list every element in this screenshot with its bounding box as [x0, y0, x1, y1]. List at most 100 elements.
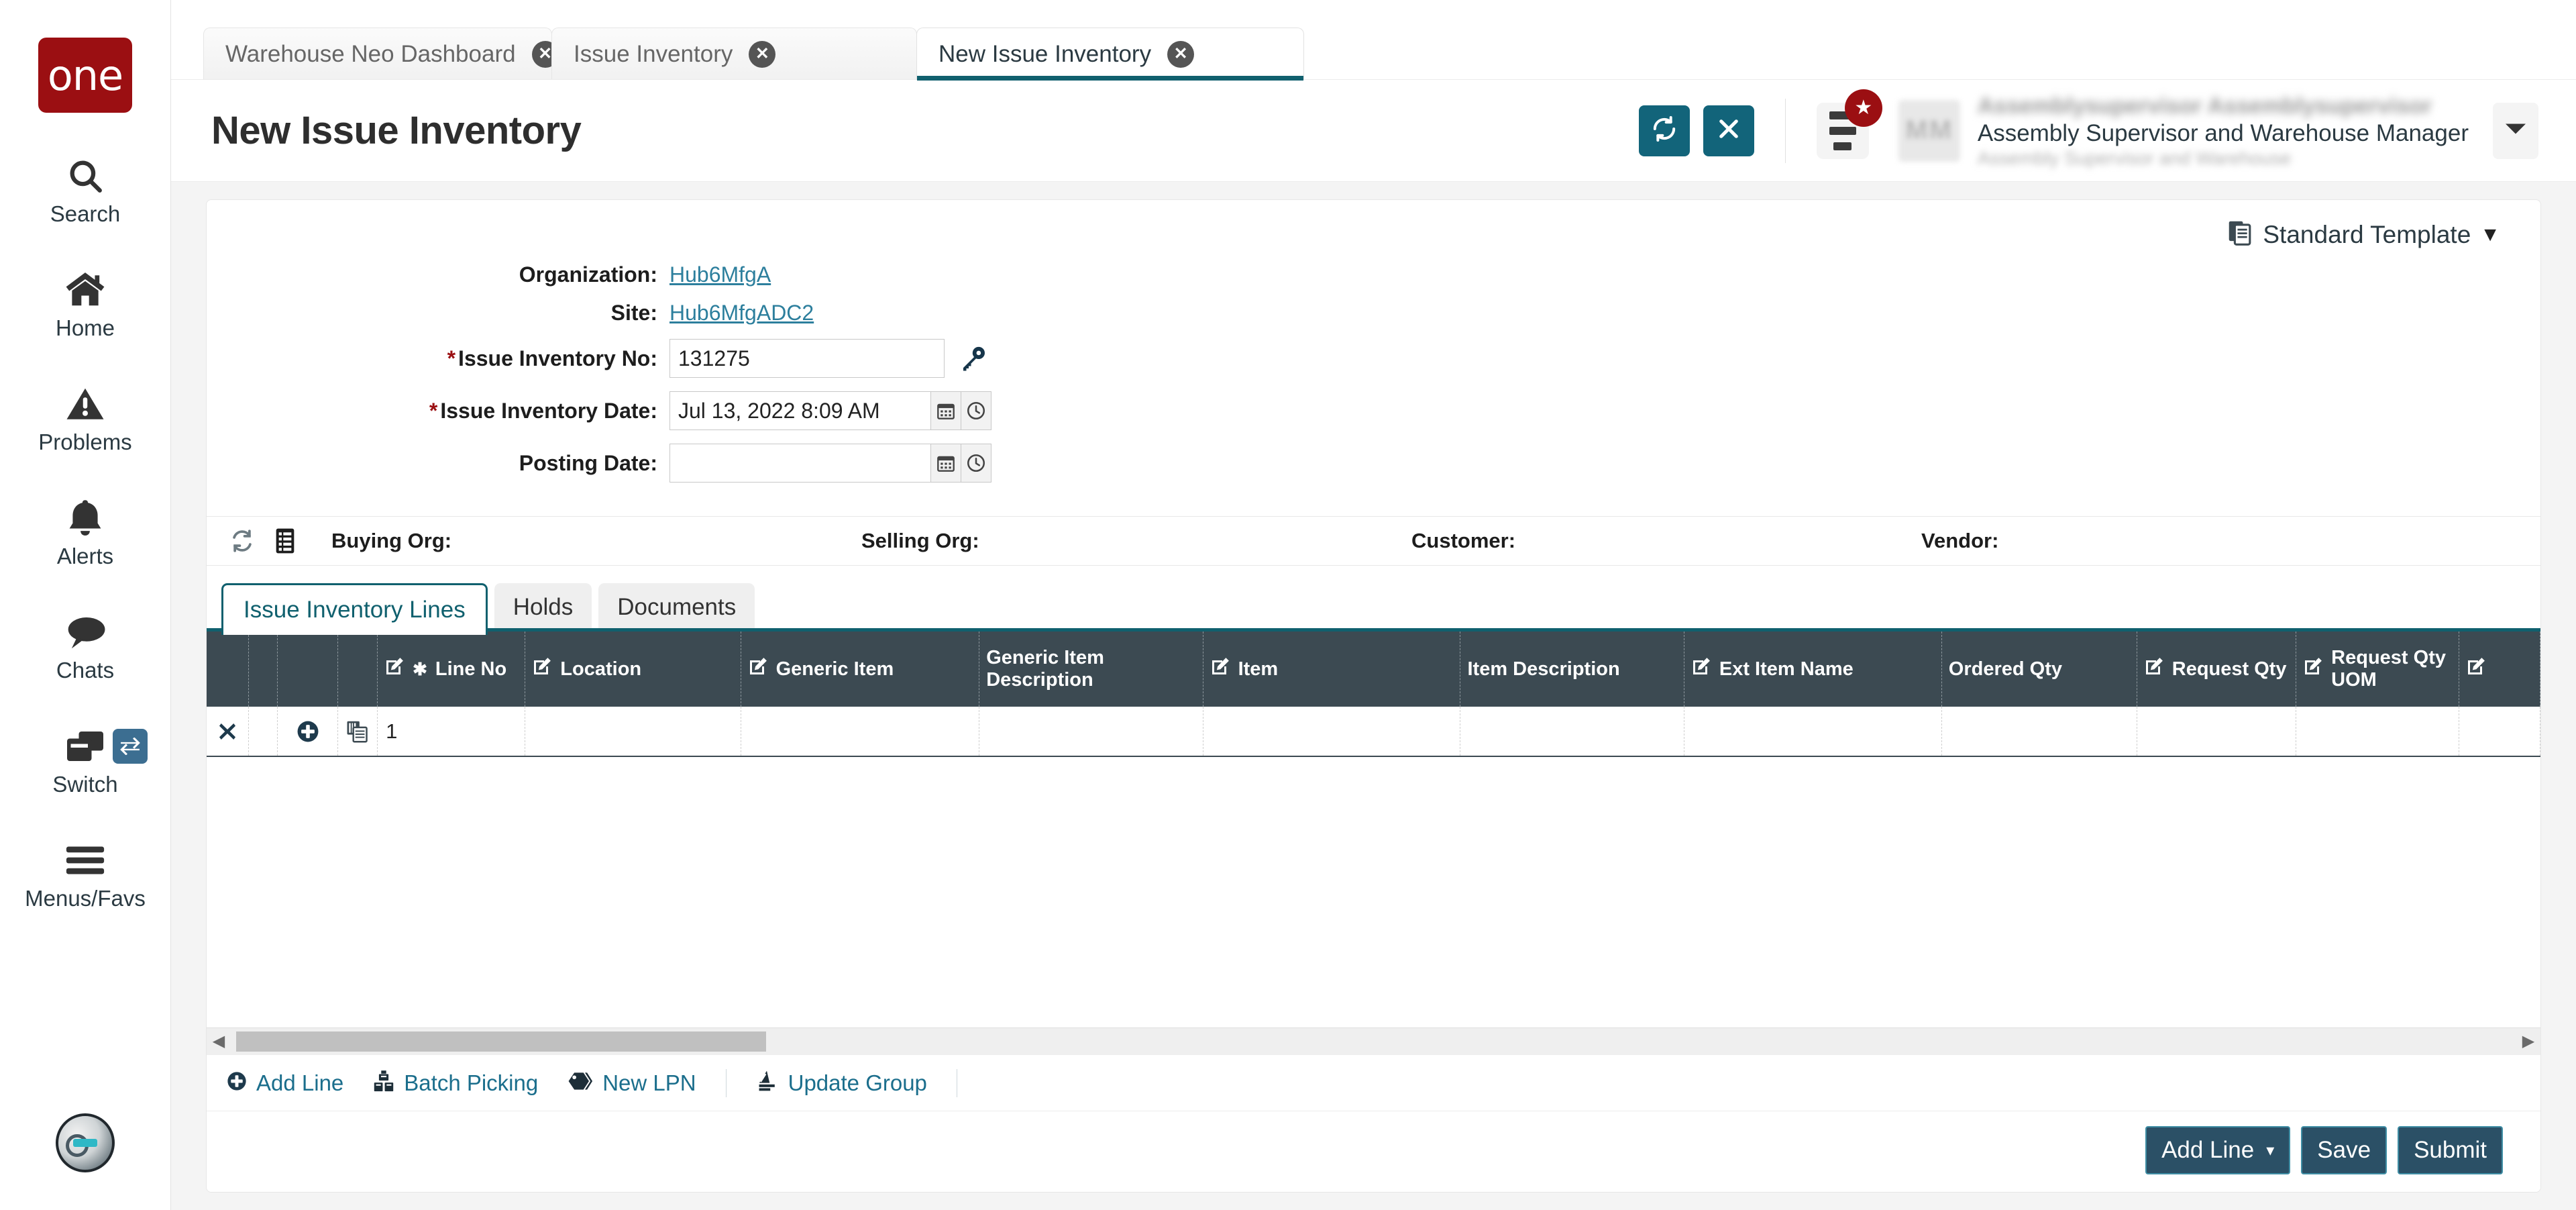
refresh-button[interactable]	[1639, 105, 1690, 156]
close-icon[interactable]: ✕	[1167, 41, 1194, 68]
col-actions-add	[277, 632, 338, 707]
sidebar-item-label: Problems	[38, 430, 131, 455]
cell-copy[interactable]	[338, 707, 378, 756]
page-content: Standard Template ▼ Organization: Hub6Mf…	[171, 182, 2576, 1193]
tab-new-issue-inventory[interactable]: New Issue Inventory ✕	[916, 28, 1304, 80]
col-actions-copy	[338, 632, 378, 707]
calendar-icon[interactable]	[931, 444, 961, 483]
assistant-bot-button[interactable]	[56, 1113, 115, 1172]
sidebar-item-switch[interactable]: Switch	[0, 725, 170, 797]
cell-next-partial[interactable]	[2459, 707, 2540, 756]
sidebar-item-label: Alerts	[57, 544, 113, 569]
app-root: one Search Home	[0, 0, 2576, 1210]
table-action-links: Add Line	[207, 1054, 2540, 1111]
scroll-left-arrow[interactable]: ◀	[211, 1033, 227, 1050]
header-divider	[1785, 99, 1786, 163]
scrollbar-track[interactable]	[227, 1031, 2520, 1052]
key-icon[interactable]	[959, 344, 987, 372]
cell-line-no[interactable]: 1	[378, 707, 525, 756]
site-value[interactable]: Hub6MfgADC2	[669, 301, 814, 325]
grid-empty-space	[207, 757, 2540, 1027]
sidebar-item-alerts[interactable]: Alerts	[0, 497, 170, 569]
tab-label: Issue Inventory	[574, 41, 733, 68]
col-ordered-qty[interactable]: Ordered Qty	[1941, 632, 2137, 707]
add-line-link[interactable]: Add Line	[227, 1070, 343, 1096]
col-generic-item[interactable]: Generic Item	[741, 632, 979, 707]
col-request-qty[interactable]: Request Qty	[2137, 632, 2296, 707]
col-label: Item Description	[1467, 658, 1619, 680]
delete-x-icon[interactable]	[215, 722, 240, 741]
scrollbar-thumb[interactable]	[236, 1031, 766, 1052]
tab-issue-inventory-lines[interactable]: Issue Inventory Lines	[221, 583, 488, 635]
add-circle-icon	[227, 1071, 247, 1095]
col-location[interactable]: Location	[525, 632, 741, 707]
col-ext-item-name[interactable]: Ext Item Name	[1684, 632, 1941, 707]
organization-value[interactable]: Hub6MfgA	[669, 262, 771, 287]
update-group-link[interactable]: Update Group	[756, 1069, 927, 1097]
edit-pencil-icon	[532, 656, 552, 682]
issue-inventory-date-input[interactable]: Jul 13, 2022 8:09 AM	[669, 391, 931, 430]
list-icon[interactable]	[275, 527, 295, 554]
cell-request-qty-uom[interactable]	[2296, 707, 2459, 756]
add-circle-icon[interactable]	[286, 720, 330, 743]
posting-date-input[interactable]	[669, 444, 931, 483]
horizontal-scrollbar[interactable]: ◀ ▶	[207, 1027, 2540, 1054]
template-row: Standard Template ▼	[207, 200, 2540, 250]
calendar-icon[interactable]	[931, 391, 961, 430]
cell-request-qty[interactable]	[2137, 707, 2296, 756]
clock-icon[interactable]	[961, 391, 991, 430]
sidebar-item-problems[interactable]: Problems	[0, 383, 170, 455]
tab-label: Documents	[617, 594, 736, 621]
sidebar-item-home[interactable]: Home	[0, 268, 170, 341]
issue-inventory-date-label: *Issue Inventory Date:	[207, 399, 669, 423]
col-item[interactable]: Item	[1203, 632, 1460, 707]
switch-toggle-badge[interactable]	[113, 729, 148, 764]
col-next-partial[interactable]	[2459, 632, 2540, 707]
cell-item[interactable]	[1203, 707, 1460, 756]
submit-button[interactable]: Submit	[2398, 1126, 2503, 1174]
sidebar-item-label: Menus/Favs	[25, 886, 146, 911]
cell-ordered-qty[interactable]	[1941, 707, 2137, 756]
sidebar-item-menus-favs[interactable]: Menus/Favs	[0, 839, 170, 911]
close-icon[interactable]: ✕	[749, 41, 775, 68]
clock-icon[interactable]	[961, 444, 991, 483]
cell-generic-item[interactable]	[741, 707, 979, 756]
selling-org-label: Selling Org:	[861, 529, 1411, 553]
issue-inventory-no-input[interactable]: 131275	[669, 339, 945, 378]
tab-warehouse-neo-dashboard[interactable]: Warehouse Neo Dashboard ✕	[203, 28, 552, 80]
app-logo[interactable]: one	[38, 38, 132, 113]
tab-documents[interactable]: Documents	[598, 583, 755, 632]
sidebar-item-label: Search	[50, 201, 121, 227]
col-item-description[interactable]: Item Description	[1460, 632, 1684, 707]
close-page-button[interactable]	[1703, 105, 1754, 156]
batch-picking-link[interactable]: Batch Picking	[373, 1070, 538, 1096]
favorites-menu-button[interactable]: ★	[1817, 103, 1869, 159]
posting-date-label: Posting Date:	[207, 451, 669, 476]
cell-item-description[interactable]	[1460, 707, 1684, 756]
tab-issue-inventory[interactable]: Issue Inventory ✕	[551, 28, 917, 80]
user-menu-button[interactable]	[2493, 103, 2538, 159]
sidebar-item-search[interactable]: Search	[0, 154, 170, 227]
cell-add[interactable]	[277, 707, 338, 756]
col-request-qty-uom[interactable]: Request Qty UOM	[2296, 632, 2459, 707]
copy-icon[interactable]	[346, 720, 369, 743]
edit-pencil-icon	[2466, 656, 2486, 682]
cell-delete[interactable]	[207, 707, 249, 756]
save-button[interactable]: Save	[2301, 1126, 2387, 1174]
left-sidebar: one Search Home	[0, 0, 171, 1210]
grid-header: ✱ Line No Location	[207, 632, 2540, 707]
template-selector[interactable]: Standard Template ▼	[2228, 219, 2500, 250]
cell-ext-item-name[interactable]	[1684, 707, 1941, 756]
grid: ✱ Line No Location	[207, 632, 2540, 757]
scroll-right-arrow[interactable]: ▶	[2520, 1033, 2536, 1050]
tab-holds[interactable]: Holds	[494, 583, 592, 632]
table-row[interactable]: 1	[207, 707, 2540, 756]
col-line-no[interactable]: ✱ Line No	[378, 632, 525, 707]
add-line-button[interactable]: Add Line ▾	[2145, 1126, 2290, 1174]
refresh-icon[interactable]	[231, 528, 254, 554]
cell-location[interactable]	[525, 707, 741, 756]
sidebar-item-chats[interactable]: Chats	[0, 611, 170, 683]
col-generic-item-description[interactable]: Generic Item Description	[979, 632, 1203, 707]
new-lpn-link[interactable]: New LPN	[568, 1070, 696, 1096]
cell-generic-item-description[interactable]	[979, 707, 1203, 756]
